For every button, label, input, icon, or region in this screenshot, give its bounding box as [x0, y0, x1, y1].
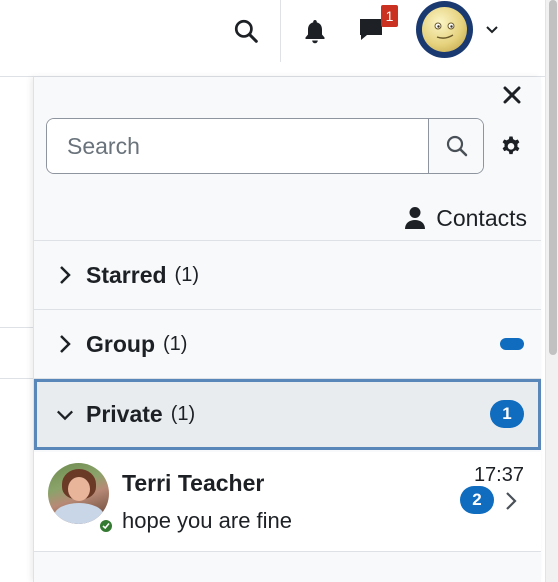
online-status-icon — [98, 518, 114, 534]
section-title: Group — [86, 330, 155, 357]
drawer-search — [46, 118, 484, 174]
contacts-label: Contacts — [436, 204, 527, 231]
conversation-item[interactable]: Terri Teacher hope you are fine 17:37 2 — [34, 452, 541, 552]
chevron-right-icon — [56, 335, 74, 353]
settings-button[interactable] — [498, 134, 524, 160]
close-icon — [503, 86, 521, 104]
last-message: hope you are fine — [122, 508, 293, 533]
avatar-face — [422, 7, 467, 52]
page: 1 Search Contacts Starred (1) Group (1) … — [0, 0, 558, 582]
unread-count-badge: 2 — [460, 486, 494, 514]
section-title: Private — [86, 401, 163, 427]
search-button[interactable] — [428, 119, 483, 173]
chevron-down-icon — [56, 406, 74, 424]
search-icon — [234, 19, 258, 43]
section-starred[interactable]: Starred (1) — [34, 241, 541, 310]
section-private[interactable]: Private (1) 1 — [34, 379, 541, 450]
bell-icon — [305, 20, 325, 44]
top-navbar: 1 — [0, 0, 545, 77]
chevron-down-icon — [486, 26, 498, 34]
user-avatar[interactable] — [416, 1, 473, 58]
nav-divider — [280, 0, 281, 62]
smiley-icon — [434, 22, 455, 39]
page-scrollbar[interactable] — [545, 0, 558, 582]
chevron-right-icon — [56, 266, 74, 284]
contact-name: Terri Teacher — [122, 470, 265, 496]
gear-icon — [502, 136, 520, 155]
user-icon — [405, 207, 426, 229]
messages-count-badge: 1 — [381, 5, 398, 27]
close-drawer-button[interactable] — [500, 83, 524, 107]
nav-search-button[interactable] — [229, 14, 263, 48]
drawer-footer — [34, 553, 541, 582]
avatar-face — [68, 477, 90, 501]
message-drawer: Contacts Starred (1) Group (1) Private — [33, 77, 541, 582]
section-count: (1) — [163, 332, 188, 355]
drawer-header: Contacts — [34, 77, 541, 241]
search-icon — [446, 135, 467, 157]
contact-avatar — [48, 463, 109, 524]
unread-count-badge: 1 — [490, 400, 524, 428]
user-menu-toggle[interactable] — [482, 20, 502, 40]
section-title: Starred — [86, 261, 167, 288]
section-count: (1) — [170, 403, 196, 425]
message-time: 17:37 — [473, 464, 524, 486]
section-count: (1) — [174, 263, 199, 286]
page-divider — [0, 327, 33, 328]
scrollbar-thumb[interactable] — [549, 0, 557, 355]
avatar-shirt — [54, 503, 104, 524]
unread-indicator-pill — [500, 338, 524, 350]
notifications-button[interactable] — [300, 14, 330, 48]
search-input[interactable] — [47, 119, 428, 173]
section-group[interactable]: Group (1) — [34, 310, 541, 379]
chevron-right-icon — [503, 490, 519, 512]
page-divider — [0, 378, 33, 379]
contacts-link[interactable]: Contacts — [404, 203, 527, 233]
